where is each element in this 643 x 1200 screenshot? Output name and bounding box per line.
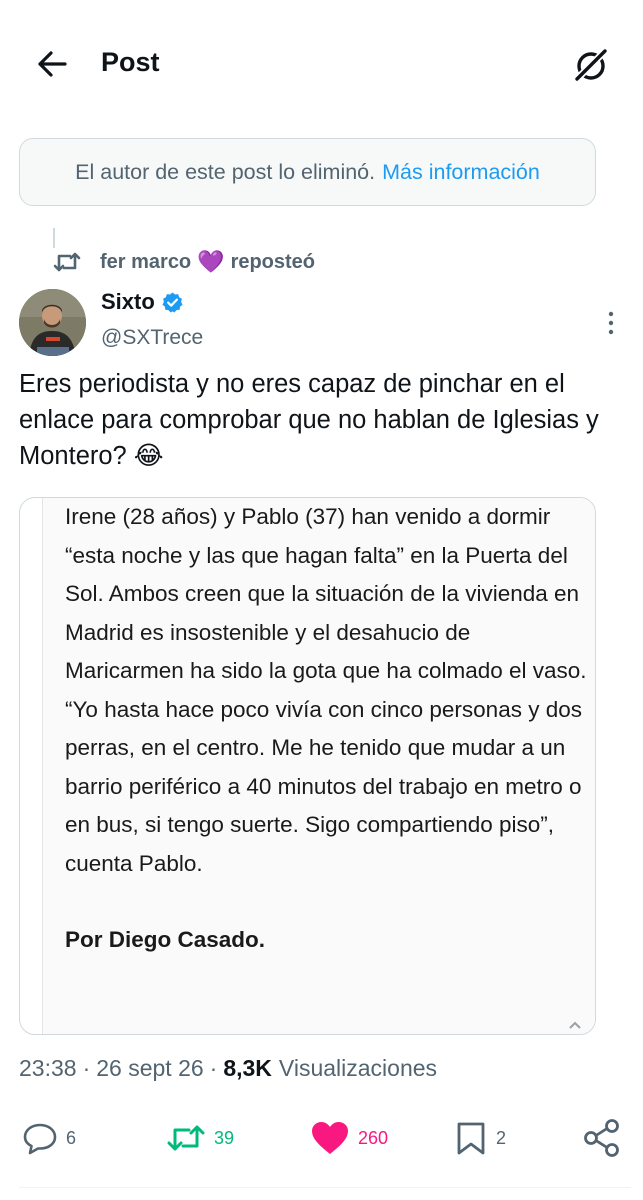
repost-count: 39 bbox=[214, 1127, 235, 1148]
deleted-notice-text: El autor de este post lo eliminó. bbox=[75, 159, 376, 184]
post-text: Eres periodista y no eres capaz de pinch… bbox=[19, 370, 599, 470]
views-label: Visualizaciones bbox=[278, 1055, 438, 1081]
article-byline: Por Diego Casado. bbox=[65, 927, 266, 952]
repost-icon bbox=[52, 247, 82, 277]
more-info-link[interactable]: Más información bbox=[382, 160, 540, 185]
post-meta: 23:38 · 26 sept 26 · 8,3K Visualizacione… bbox=[19, 1055, 437, 1082]
thread-connector-line bbox=[53, 228, 55, 248]
meta-separator: · bbox=[82, 1055, 91, 1081]
like-button[interactable]: 260 bbox=[310, 1110, 388, 1166]
like-count: 260 bbox=[358, 1127, 389, 1148]
post-media-image[interactable]: Irene (28 años) y Pablo (37) han venido … bbox=[19, 497, 596, 1035]
arrow-left-icon bbox=[38, 51, 67, 77]
grok-icon bbox=[574, 48, 608, 82]
more-vertical-icon bbox=[608, 311, 614, 335]
post-date[interactable]: 26 sept 26 bbox=[96, 1055, 203, 1082]
avatar[interactable] bbox=[19, 289, 86, 356]
page-title: Post bbox=[101, 47, 160, 77]
purple-heart-emoji: 💜 bbox=[197, 249, 225, 274]
bookmark-count: 2 bbox=[496, 1127, 507, 1148]
reply-icon bbox=[23, 1123, 57, 1155]
deleted-post-notice: El autor de este post lo eliminó. Más in… bbox=[19, 138, 596, 206]
post-time[interactable]: 23:38 bbox=[19, 1055, 77, 1082]
repost-icon bbox=[167, 1125, 205, 1151]
avatar-image bbox=[19, 289, 86, 356]
meta-separator: · bbox=[209, 1055, 218, 1081]
grok-button[interactable] bbox=[566, 40, 616, 90]
author-handle[interactable]: @SXTrece bbox=[101, 326, 203, 350]
reply-button[interactable]: 6 bbox=[22, 1110, 76, 1166]
more-options-button[interactable] bbox=[596, 305, 626, 341]
post-actions: 6 39 260 2 bbox=[0, 1110, 643, 1166]
scroll-up-indicator-icon bbox=[569, 1021, 581, 1029]
reply-count: 6 bbox=[66, 1127, 77, 1148]
article-text-block: Irene (28 años) y Pablo (37) han venido … bbox=[65, 498, 595, 960]
reposter-name[interactable]: fer marco bbox=[100, 251, 191, 274]
top-bar: Post bbox=[0, 0, 643, 125]
article-paragraph: Irene (28 años) y Pablo (37) han venido … bbox=[65, 504, 587, 876]
share-button[interactable] bbox=[582, 1110, 622, 1166]
share-icon bbox=[584, 1119, 619, 1157]
bookmark-button[interactable]: 2 bbox=[454, 1110, 506, 1166]
repost-button[interactable]: 39 bbox=[166, 1110, 234, 1166]
repost-action-label: reposteó bbox=[230, 250, 316, 273]
author-name-text: Sixto bbox=[101, 289, 155, 314]
author-name[interactable]: Sixto bbox=[101, 289, 184, 315]
repost-context[interactable]: fer marco 💜 reposteó bbox=[52, 246, 315, 278]
views-count: 8,3K bbox=[223, 1055, 272, 1081]
back-button[interactable] bbox=[30, 42, 74, 86]
divider bbox=[19, 1187, 631, 1188]
verified-badge-icon bbox=[162, 291, 183, 312]
bookmark-icon bbox=[457, 1122, 485, 1155]
heart-icon bbox=[312, 1122, 348, 1154]
